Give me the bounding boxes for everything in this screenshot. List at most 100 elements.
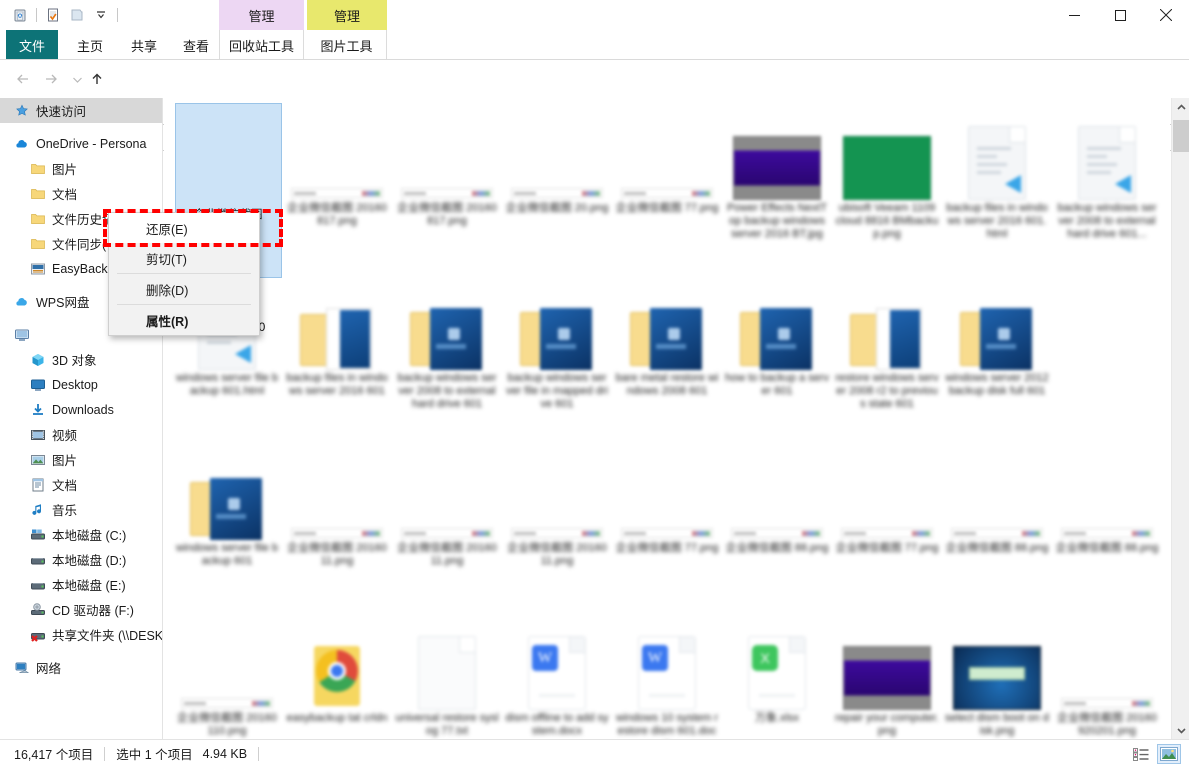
sidebar-item-9[interactable]: 3D 对象: [0, 347, 162, 372]
file-label: backup windows server 2008 to external h…: [1052, 202, 1162, 241]
scrollbar-thumb[interactable]: [1173, 120, 1189, 152]
file-item[interactable]: Power Effects NextTop backup windows ser…: [722, 100, 832, 241]
file-item[interactable]: windows server 2012 backup disk full 601: [942, 270, 1052, 398]
tab-view[interactable]: 查看: [172, 30, 220, 60]
recent-locations-button[interactable]: [66, 68, 88, 90]
recycle-bin-icon[interactable]: [8, 3, 32, 27]
file-item[interactable]: 企业微信截图 20.png: [502, 100, 612, 215]
sidebar-item-21[interactable]: 网络: [0, 655, 162, 680]
file-thumbnail: [942, 270, 1052, 370]
sidebar-item-1[interactable]: OneDrive - Persona: [0, 131, 162, 156]
file-label: easybackup tat crldn: [282, 712, 392, 725]
system-drive-icon: [30, 527, 46, 543]
file-label: 企业微信截图 2016011.png: [282, 542, 392, 568]
sidebar-item-0[interactable]: 快速访问: [0, 98, 162, 123]
minimize-button[interactable]: [1051, 0, 1097, 30]
navigation-pane[interactable]: 快速访问OneDrive - Persona图片文档文件历史记文件同步(Easy…: [0, 98, 163, 739]
file-item[interactable]: 企业微信截图 20160920201.png: [1052, 610, 1162, 738]
file-item[interactable]: repair your computer.png: [832, 610, 942, 738]
file-thumbnail: [612, 100, 722, 200]
context-menu-item-2[interactable]: 删除(D): [109, 274, 259, 304]
sidebar-item-11[interactable]: Downloads: [0, 397, 162, 422]
forward-button[interactable]: [40, 68, 62, 90]
file-item[interactable]: 企业微信截图 20160817.png: [282, 100, 392, 228]
tab-share[interactable]: 共享: [118, 30, 170, 60]
file-item[interactable]: X万象.xlsx: [722, 610, 832, 725]
sidebar-item-2[interactable]: 图片: [0, 156, 162, 181]
3d-objects-icon: [30, 352, 46, 368]
file-item[interactable]: Wwindows 10 system restore dism 601.docx: [612, 610, 722, 739]
sidebar-item-10[interactable]: Desktop: [0, 372, 162, 397]
sidebar-item-14[interactable]: 文档: [0, 472, 162, 497]
file-item[interactable]: ubisoft Veeam 1109 cloud 8816 BMbackup.p…: [832, 100, 942, 241]
context-menu-item-0[interactable]: 还原(E): [109, 213, 259, 243]
file-list-pane[interactable]: 企业微信截图企业微信截图 20160817.png企业微信截图 20160817…: [164, 98, 1170, 739]
sidebar-item-12[interactable]: 视频: [0, 422, 162, 447]
file-item[interactable]: 企业微信截图 88.png: [942, 440, 1052, 555]
scroll-down-icon[interactable]: [1172, 721, 1189, 739]
file-item[interactable]: backup files in windows server 2016 601: [282, 270, 392, 398]
file-item[interactable]: windows server file backup 601: [172, 440, 282, 568]
file-item[interactable]: backup windows server file in mapped dri…: [502, 270, 612, 411]
context-menu-item-3[interactable]: 属性(R): [109, 305, 259, 335]
file-item[interactable]: 企业微信截图 2016011.png: [392, 440, 502, 568]
details-view-button[interactable]: [1129, 744, 1153, 764]
file-item[interactable]: 企业微信截图 77.png: [612, 100, 722, 215]
context-menu-item-label: 删除(D): [146, 280, 188, 299]
tab-file[interactable]: 文件: [6, 30, 58, 60]
file-item[interactable]: 企业微信截图 2016011.png: [282, 440, 392, 568]
status-separator: [104, 747, 105, 761]
sidebar-item-20[interactable]: 共享文件夹 (\\DESK: [0, 622, 162, 647]
properties-icon[interactable]: [41, 3, 65, 27]
context-menu-item-1[interactable]: 剪切(T): [109, 243, 259, 273]
tab-home[interactable]: 主页: [64, 30, 116, 60]
folder-icon[interactable]: [65, 3, 89, 27]
file-item[interactable]: 企业微信截图 77.png: [612, 440, 722, 555]
file-thumbnail: [1052, 440, 1162, 540]
file-item[interactable]: restore windows server 2008 r2 to previo…: [832, 270, 942, 411]
vertical-scrollbar[interactable]: [1171, 98, 1189, 739]
file-item[interactable]: how to backup a server 601: [722, 270, 832, 398]
file-item[interactable]: bare metal restore windows 2008 601: [612, 270, 722, 398]
file-item[interactable]: select dism boot on disk.png: [942, 610, 1052, 738]
file-thumbnail: [722, 100, 832, 200]
file-item[interactable]: backup windows server 2008 to external h…: [1052, 100, 1162, 241]
large-icons-view-button[interactable]: [1157, 744, 1181, 764]
tab-picture-tools[interactable]: 图片工具: [307, 30, 387, 60]
scroll-up-icon[interactable]: [1172, 98, 1189, 116]
sidebar-item-18[interactable]: 本地磁盘 (E:): [0, 572, 162, 597]
sidebar-item-19[interactable]: CD 驱动器 (F:): [0, 597, 162, 622]
file-thumbnail: X: [722, 610, 832, 710]
customize-dropdown-icon[interactable]: [89, 3, 113, 27]
file-label: windows server file backup 601.html: [172, 372, 282, 398]
file-item[interactable]: 企业微信截图 20160817.png: [392, 100, 502, 228]
sidebar-item-16[interactable]: 本地磁盘 (C:): [0, 522, 162, 547]
file-item[interactable]: 企业微信截图 20160110.png: [172, 610, 282, 738]
file-item[interactable]: backup files in windows server 2016 601.…: [942, 100, 1052, 241]
contextual-tab-chip-recycle: 管理: [219, 0, 304, 30]
back-button[interactable]: [12, 68, 34, 90]
file-item[interactable]: 企业微信截图 88.png: [1052, 440, 1162, 555]
tab-recycle-bin-tools[interactable]: 回收站工具: [219, 30, 304, 60]
file-item[interactable]: Wdism offline to add system.docx: [502, 610, 612, 738]
file-thumbnail: [1052, 100, 1162, 200]
sidebar-item-15[interactable]: 音乐: [0, 497, 162, 522]
file-item[interactable]: easybackup tat crldn: [282, 610, 392, 725]
sidebar-item-17[interactable]: 本地磁盘 (D:): [0, 547, 162, 572]
file-item[interactable]: 企业微信截图 88.png: [722, 440, 832, 555]
file-thumbnail: [722, 440, 832, 540]
sidebar-item-13[interactable]: 图片: [0, 447, 162, 472]
file-item[interactable]: backup windows server 2008 to external h…: [392, 270, 502, 411]
maximize-button[interactable]: [1097, 0, 1143, 30]
file-item[interactable]: 企业微信截图 77.png: [832, 440, 942, 555]
up-button[interactable]: [86, 68, 108, 90]
file-label: repair your computer.png: [832, 712, 942, 738]
file-grid: 企业微信截图企业微信截图 20160817.png企业微信截图 20160817…: [164, 98, 1170, 739]
context-menu[interactable]: 还原(E)剪切(T) 删除(D) 属性(R): [108, 212, 260, 336]
close-button[interactable]: [1143, 0, 1189, 30]
sidebar-item-label: Downloads: [52, 403, 114, 417]
sidebar-item-3[interactable]: 文档: [0, 181, 162, 206]
folder-icon: [30, 161, 46, 177]
file-item[interactable]: 企业微信截图 2016011.png: [502, 440, 612, 568]
file-item[interactable]: universal restore syslog 77.txt: [392, 610, 502, 738]
